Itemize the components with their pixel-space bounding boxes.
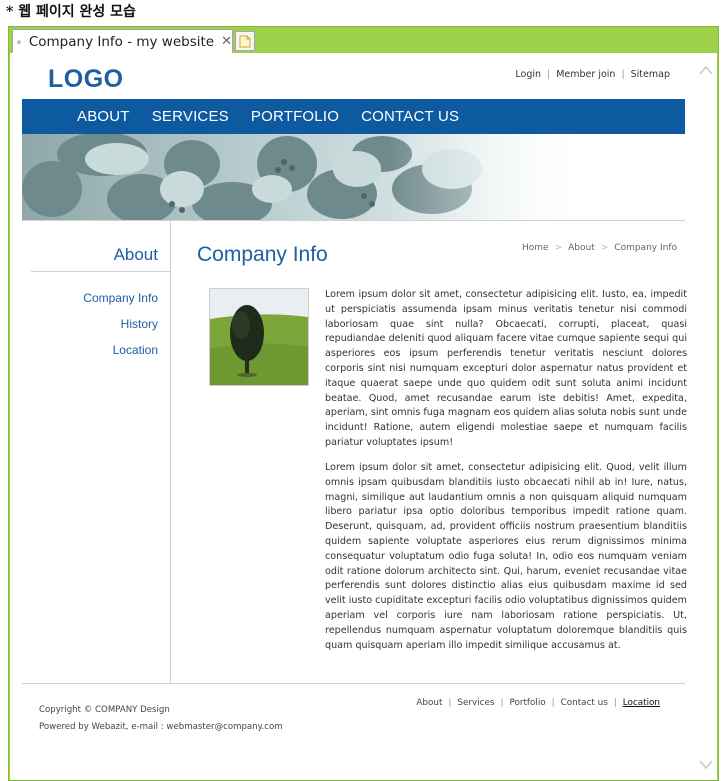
page-title: Company Info — [197, 243, 328, 266]
nav-about[interactable]: ABOUT — [77, 108, 130, 125]
browser-tab[interactable]: Company Info - my website ✕ — [12, 29, 233, 53]
nav-services[interactable]: SERVICES — [152, 108, 229, 125]
top-links: Login | Member join | Sitemap — [500, 69, 670, 80]
breadcrumb-home[interactable]: Home — [522, 243, 549, 253]
footer-link-about[interactable]: About — [416, 698, 442, 708]
copyright-text: Copyright © COMPANY Design — [39, 705, 170, 715]
sidebar-item-company-info[interactable]: Company Info — [83, 291, 158, 305]
chevron-right-icon: > — [554, 243, 563, 253]
new-tab-icon — [239, 35, 251, 47]
footer-divider — [22, 683, 685, 684]
hero-banner — [22, 134, 685, 220]
separator: | — [621, 69, 625, 80]
page-viewport: LOGO Login | Member join | Sitemap ABOUT… — [10, 53, 717, 780]
separator: | — [448, 698, 452, 708]
browser-window: Company Info - my website ✕ LOGO Login |… — [8, 26, 719, 781]
footer-link-portfolio[interactable]: Portfolio — [509, 698, 545, 708]
tree-photo — [209, 288, 309, 386]
login-link[interactable]: Login — [515, 69, 541, 80]
sidebar-item-location[interactable]: Location — [83, 343, 158, 357]
close-icon[interactable]: ✕ — [221, 34, 232, 49]
member-join-link[interactable]: Member join — [556, 69, 615, 80]
footer-link-location[interactable]: Location — [623, 698, 660, 708]
new-tab-button[interactable] — [235, 31, 255, 51]
powered-by-text: Powered by Webazit, e-mail : webmaster@c… — [39, 722, 283, 732]
sidebar-title: About — [113, 245, 158, 264]
sidebar-divider — [31, 271, 171, 272]
sidebar-menu: Company Info History Location — [83, 291, 158, 369]
sitemap-link[interactable]: Sitemap — [631, 69, 670, 80]
content-paragraph-1: Lorem ipsum dolor sit amet, consectetur … — [325, 289, 687, 448]
nav-contact-us[interactable]: CONTACT US — [361, 108, 459, 125]
content-paragraph-2: Lorem ipsum dolor sit amet, consectetur … — [325, 462, 687, 651]
chevron-down-icon[interactable] — [699, 760, 713, 770]
chevron-right-icon: > — [600, 243, 609, 253]
footer-link-contact-us[interactable]: Contact us — [561, 698, 608, 708]
breadcrumb-current: Company Info — [614, 243, 677, 253]
footer-links: About | Services | Portfolio | Contact u… — [410, 698, 660, 708]
sidebar-item-history[interactable]: History — [83, 317, 158, 331]
separator: | — [547, 69, 551, 80]
copyright-block: Copyright © COMPANY Design Powered by We… — [39, 702, 283, 736]
separator: | — [500, 698, 504, 708]
figure-caption: * 웹 페이지 완성 모습 — [6, 4, 136, 20]
breadcrumb: Home > About > Company Info — [522, 243, 677, 253]
tab-strip: Company Info - my website ✕ — [9, 27, 718, 53]
tab-title: Company Info - my website — [28, 33, 215, 50]
nav-portfolio[interactable]: PORTFOLIO — [251, 108, 339, 125]
banner-image — [22, 134, 685, 220]
main-nav: ABOUT SERVICES PORTFOLIO CONTACT US — [22, 99, 685, 134]
footer-link-services[interactable]: Services — [457, 698, 494, 708]
site-logo[interactable]: LOGO — [48, 65, 124, 94]
separator: | — [551, 698, 555, 708]
chevron-up-icon[interactable] — [699, 65, 713, 75]
breadcrumb-about[interactable]: About — [568, 243, 595, 253]
sidebar: About Company Info History Location — [22, 221, 171, 683]
ie-browser-icon — [17, 39, 21, 44]
separator: | — [613, 698, 617, 708]
